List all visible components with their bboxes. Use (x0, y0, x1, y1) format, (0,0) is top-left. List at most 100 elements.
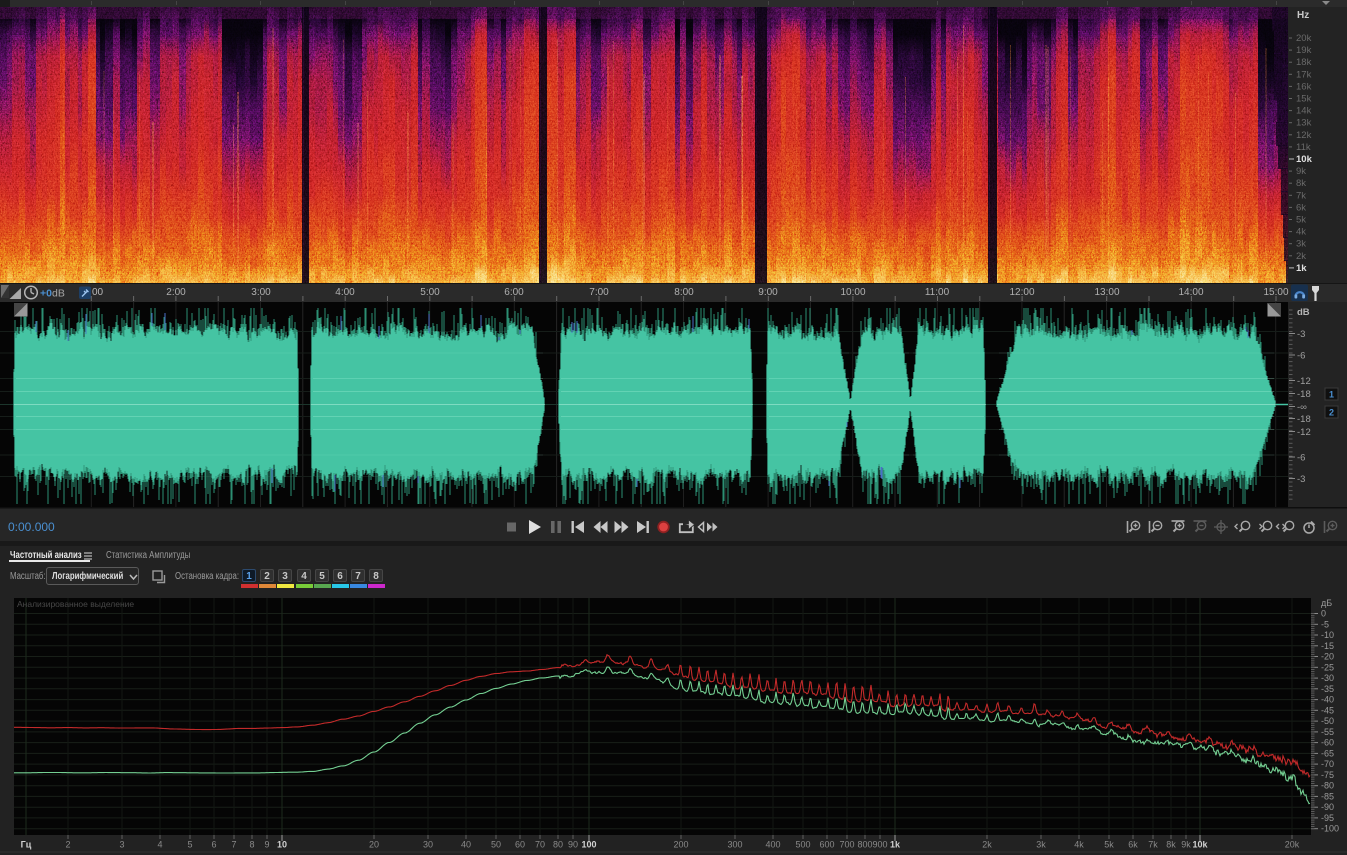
svg-text:10k: 10k (1192, 840, 1208, 850)
svg-text:2: 2 (1329, 408, 1334, 418)
svg-text:10: 10 (277, 840, 287, 850)
svg-text:-55: -55 (1321, 727, 1334, 737)
svg-text:-12: -12 (1297, 427, 1311, 438)
svg-text:9k: 9k (1181, 840, 1191, 850)
svg-text:-∞: -∞ (1297, 402, 1307, 413)
svg-text:-3: -3 (1297, 474, 1305, 485)
svg-text:-15: -15 (1321, 641, 1334, 651)
svg-text:200: 200 (673, 840, 688, 850)
svg-text:6: 6 (211, 840, 216, 850)
svg-text:100: 100 (581, 840, 596, 850)
svg-text:20: 20 (369, 840, 379, 850)
svg-text:-100: -100 (1321, 824, 1339, 834)
svg-text:dB: dB (52, 288, 65, 300)
svg-text:-80: -80 (1321, 781, 1334, 791)
svg-text:70: 70 (535, 840, 545, 850)
svg-text:0: 0 (1321, 609, 1326, 619)
svg-text:80: 80 (553, 840, 563, 850)
svg-text:2: 2 (65, 840, 70, 850)
svg-text:16k: 16k (1296, 81, 1312, 92)
svg-text:40: 40 (461, 840, 471, 850)
svg-text:13k: 13k (1296, 118, 1312, 129)
svg-text:20k: 20k (1296, 33, 1312, 44)
svg-text:-5: -5 (1321, 619, 1329, 629)
svg-text:5: 5 (187, 840, 192, 850)
svg-text:19k: 19k (1296, 45, 1312, 56)
svg-text:9: 9 (264, 840, 269, 850)
svg-text:8k: 8k (1166, 840, 1176, 850)
svg-text:6k: 6k (1128, 840, 1138, 850)
svg-text:11k: 11k (1296, 142, 1311, 153)
svg-text:-60: -60 (1321, 738, 1334, 748)
svg-text:-65: -65 (1321, 748, 1334, 758)
svg-text:8: 8 (249, 840, 254, 850)
svg-text:Анализированное выделение: Анализированное выделение (17, 599, 134, 609)
svg-text:7: 7 (231, 840, 236, 850)
svg-text:2k: 2k (1296, 251, 1306, 262)
svg-text:300: 300 (727, 840, 742, 850)
svg-text:-10: -10 (1321, 630, 1334, 640)
svg-text:8k: 8k (1296, 178, 1306, 189)
svg-text:20k: 20k (1285, 840, 1300, 850)
svg-text:3: 3 (119, 840, 124, 850)
svg-text:7k: 7k (1296, 190, 1306, 201)
svg-text:5k: 5k (1104, 840, 1114, 850)
svg-text:1k: 1k (890, 840, 901, 850)
svg-text:1k: 1k (1296, 263, 1307, 274)
svg-text:8:00: 8:00 (674, 287, 694, 298)
svg-text:Гц: Гц (21, 840, 32, 850)
svg-text:9k: 9k (1296, 166, 1306, 177)
svg-text:700: 700 (839, 840, 854, 850)
svg-text:-18: -18 (1297, 414, 1311, 425)
svg-text:-12: -12 (1297, 376, 1311, 387)
svg-text:50: 50 (491, 840, 501, 850)
svg-text:18k: 18k (1296, 57, 1312, 68)
svg-text:-20: -20 (1321, 652, 1334, 662)
svg-text:-95: -95 (1321, 813, 1334, 823)
svg-text:400: 400 (765, 840, 780, 850)
svg-text:3k: 3k (1036, 840, 1046, 850)
svg-text:10k: 10k (1296, 154, 1313, 165)
svg-text:12k: 12k (1296, 130, 1312, 141)
svg-text:900: 900 (872, 840, 887, 850)
svg-text:-6: -6 (1297, 351, 1305, 362)
svg-text:6k: 6k (1296, 202, 1306, 213)
svg-text:Hz: Hz (1297, 10, 1309, 21)
svg-text:3k: 3k (1296, 239, 1306, 250)
svg-text:17k: 17k (1296, 69, 1312, 80)
svg-text:-70: -70 (1321, 759, 1334, 769)
svg-text:-25: -25 (1321, 662, 1334, 672)
svg-text:13:00: 13:00 (1094, 287, 1119, 298)
svg-text:dB: dB (1297, 307, 1310, 318)
svg-text:800: 800 (857, 840, 872, 850)
svg-text:7k: 7k (1148, 840, 1158, 850)
svg-text:4k: 4k (1074, 840, 1084, 850)
svg-text:30: 30 (423, 840, 433, 850)
svg-text:500: 500 (795, 840, 810, 850)
svg-text:-18: -18 (1297, 389, 1311, 400)
svg-text:3:00: 3:00 (251, 287, 271, 298)
svg-text:-50: -50 (1321, 716, 1334, 726)
svg-text:-30: -30 (1321, 673, 1334, 683)
svg-text:14k: 14k (1296, 106, 1312, 117)
svg-text:дБ: дБ (1321, 598, 1332, 608)
svg-text:5k: 5k (1296, 215, 1306, 226)
svg-text:00: 00 (92, 287, 104, 298)
svg-text:-40: -40 (1321, 695, 1334, 705)
svg-text:4k: 4k (1296, 227, 1306, 238)
svg-text:-85: -85 (1321, 791, 1334, 801)
svg-text:600: 600 (819, 840, 834, 850)
svg-text:15k: 15k (1296, 94, 1312, 105)
svg-text:+0: +0 (40, 288, 52, 300)
svg-text:-6: -6 (1297, 453, 1305, 464)
svg-text:-35: -35 (1321, 684, 1334, 694)
svg-text:-75: -75 (1321, 770, 1334, 780)
svg-text:1: 1 (1329, 390, 1334, 400)
svg-text:-90: -90 (1321, 802, 1334, 812)
svg-text:90: 90 (568, 840, 578, 850)
svg-text:-45: -45 (1321, 705, 1334, 715)
svg-text:0:00.000: 0:00.000 (8, 520, 55, 534)
svg-text:60: 60 (515, 840, 525, 850)
svg-text:-3: -3 (1297, 329, 1305, 340)
svg-text:4: 4 (157, 840, 162, 850)
